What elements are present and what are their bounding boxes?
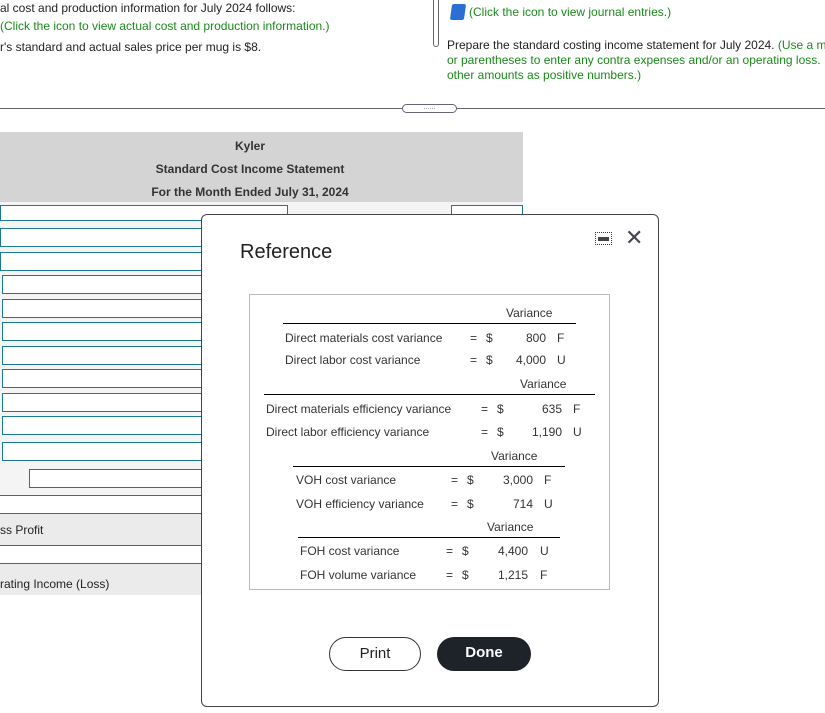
instruction-note-3: other amounts as positive numbers.) <box>447 68 642 82</box>
minimize-icon <box>598 237 609 241</box>
variance-type: F <box>573 402 581 416</box>
instruction-note-2: or parentheses to enter any contra expen… <box>447 53 821 67</box>
variance-amount: 635 <box>541 402 562 416</box>
intro-text: al cost and production information for J… <box>0 1 296 15</box>
actual-cost-link[interactable]: (Click the icon to view actual cost and … <box>0 19 330 33</box>
variance-amount: 4,000 <box>515 353 546 367</box>
modal-title: Reference <box>240 241 333 263</box>
variance-type: F <box>544 473 552 487</box>
variance-label: FOH cost variance <box>300 544 400 558</box>
variance-type: U <box>540 544 549 558</box>
operating-income-label: rating Income (Loss) <box>0 577 110 591</box>
statement-period: For the Month Ended July 31, 2024 <box>151 185 349 199</box>
variance-type: F <box>557 331 565 345</box>
header-rule <box>264 394 595 395</box>
statement-input[interactable] <box>0 228 205 247</box>
variance-type: U <box>573 425 582 439</box>
variance-header: Variance <box>506 306 553 320</box>
statement-input[interactable] <box>2 442 205 461</box>
header-rule <box>293 466 565 467</box>
variance-label: Direct labor efficiency variance <box>266 425 430 439</box>
journal-link[interactable]: (Click the icon to view journal entries.… <box>469 5 671 19</box>
variance-amount: 1,190 <box>531 425 562 439</box>
print-button[interactable]: Print <box>329 637 421 671</box>
horizontal-splitter-handle[interactable]: ...... <box>402 104 457 113</box>
gross-profit-label: ss Profit <box>0 523 44 537</box>
variance-amount: 4,400 <box>497 544 528 558</box>
journal-book-icon[interactable] <box>449 4 467 20</box>
equals-sign: = <box>451 497 459 511</box>
statement-input[interactable] <box>2 416 205 435</box>
equals-sign: = <box>446 544 454 558</box>
statement-header: Kyler Standard Cost Income Statement For… <box>0 132 523 202</box>
variance-type: F <box>540 568 548 582</box>
statement-input[interactable] <box>2 322 205 341</box>
variance-type: U <box>557 353 566 367</box>
header-rule <box>283 323 576 324</box>
statement-input[interactable] <box>2 275 205 294</box>
header-rule <box>298 537 560 538</box>
variance-header: Variance <box>487 520 534 534</box>
equals-sign: = <box>446 568 454 582</box>
instruction-main: Prepare the standard costing income stat… <box>447 38 775 52</box>
done-button[interactable]: Done <box>437 637 531 671</box>
variance-amount: 3,000 <box>502 473 533 487</box>
variance-amount: 714 <box>512 497 533 511</box>
equals-sign: = <box>470 331 478 345</box>
statement-input[interactable] <box>2 393 205 412</box>
variance-amount: 1,215 <box>497 568 528 582</box>
statement-input[interactable] <box>2 299 205 318</box>
variance-header: Variance <box>520 377 567 391</box>
close-icon[interactable]: ✕ <box>625 225 643 251</box>
instruction-text: Prepare the standard costing income stat… <box>447 38 825 52</box>
vertical-splitter[interactable] <box>433 0 439 47</box>
statement-input[interactable] <box>2 346 205 365</box>
statement-input[interactable] <box>29 469 205 488</box>
equals-sign: = <box>470 353 478 367</box>
variance-label: Direct materials efficiency variance <box>266 402 452 416</box>
variance-type: U <box>544 497 553 511</box>
minimize-button[interactable] <box>595 232 612 245</box>
equals-sign: = <box>451 473 459 487</box>
variance-amount: 800 <box>525 331 546 345</box>
variance-label: FOH volume variance <box>300 568 417 582</box>
company-name: Kyler <box>234 139 266 153</box>
statement-input[interactable] <box>2 369 205 388</box>
variance-label: VOH efficiency variance <box>296 497 424 511</box>
variance-label: Direct labor cost variance <box>285 353 421 367</box>
equals-sign: = <box>481 402 489 416</box>
sales-price-text: r's standard and actual sales price per … <box>0 40 262 54</box>
variance-label: Direct materials cost variance <box>285 331 443 345</box>
statement-title: Standard Cost Income Statement <box>155 162 345 176</box>
statement-input[interactable] <box>0 252 205 271</box>
equals-sign: = <box>481 425 489 439</box>
instruction-note: (Use a m <box>777 38 825 52</box>
variance-header: Variance <box>491 449 538 463</box>
variance-label: VOH cost variance <box>296 473 397 487</box>
